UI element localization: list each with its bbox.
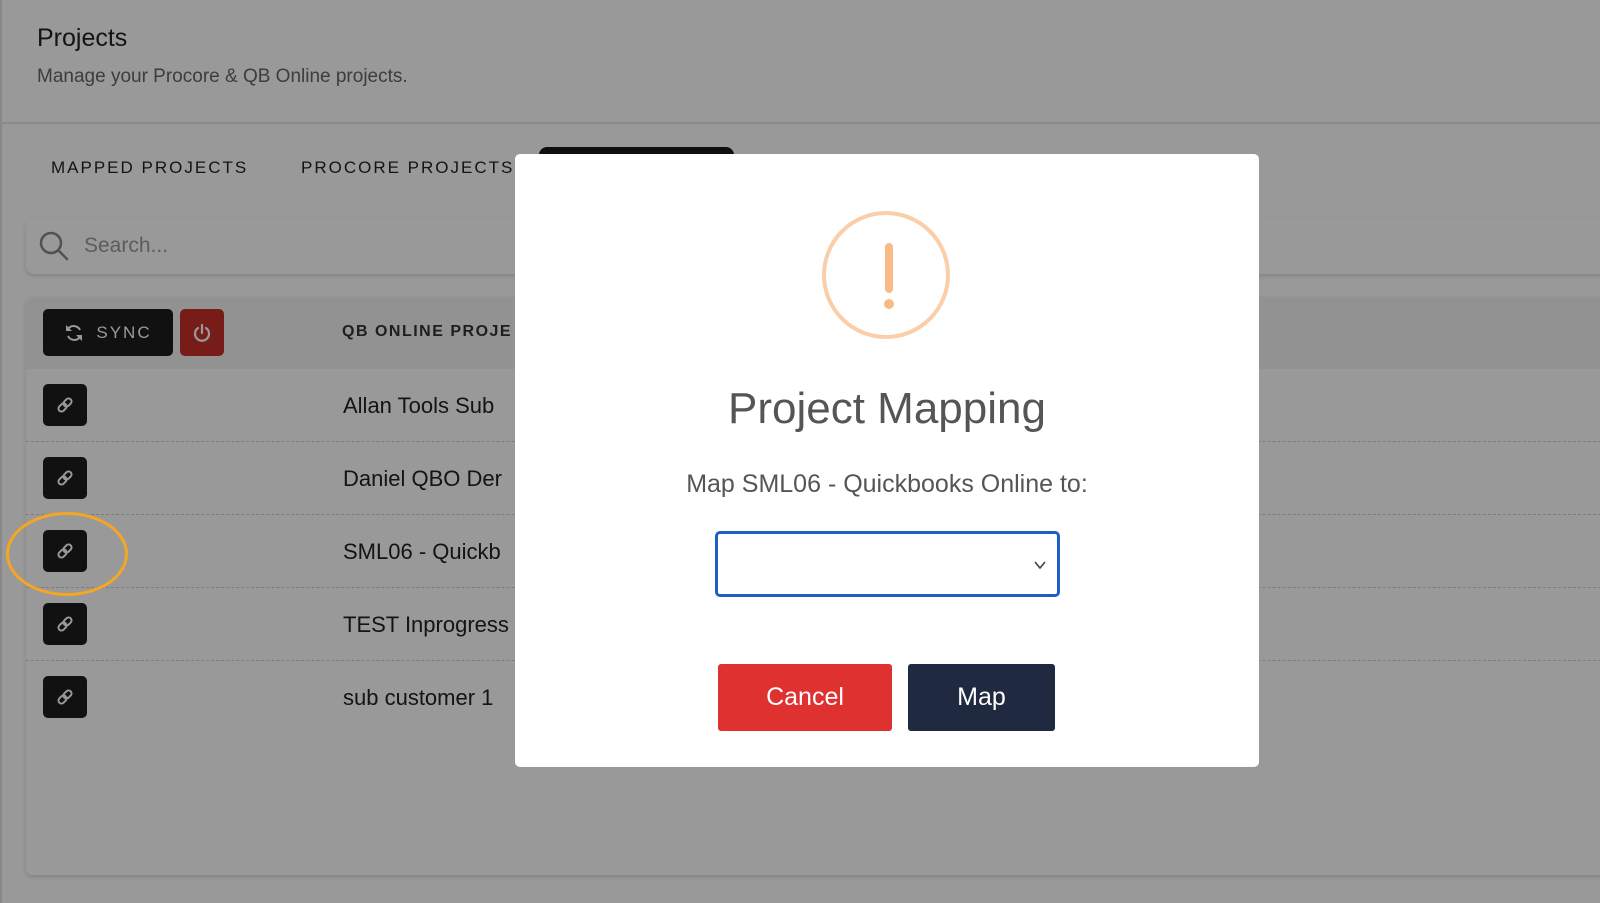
highlight-annotation — [6, 512, 128, 596]
project-mapping-dialog: Project Mapping Map SML06 - Quickbooks O… — [515, 154, 1259, 767]
cancel-button[interactable]: Cancel — [718, 664, 892, 731]
map-button[interactable]: Map — [908, 664, 1055, 731]
dialog-title: Project Mapping — [728, 384, 1046, 433]
chevron-down-icon — [1034, 561, 1046, 570]
exclamation-icon — [822, 211, 950, 339]
exclamation-dot — [884, 299, 894, 309]
project-select[interactable] — [715, 531, 1060, 597]
exclamation-bar — [885, 243, 893, 293]
dialog-message: Map SML06 - Quickbooks Online to: — [686, 470, 1088, 498]
